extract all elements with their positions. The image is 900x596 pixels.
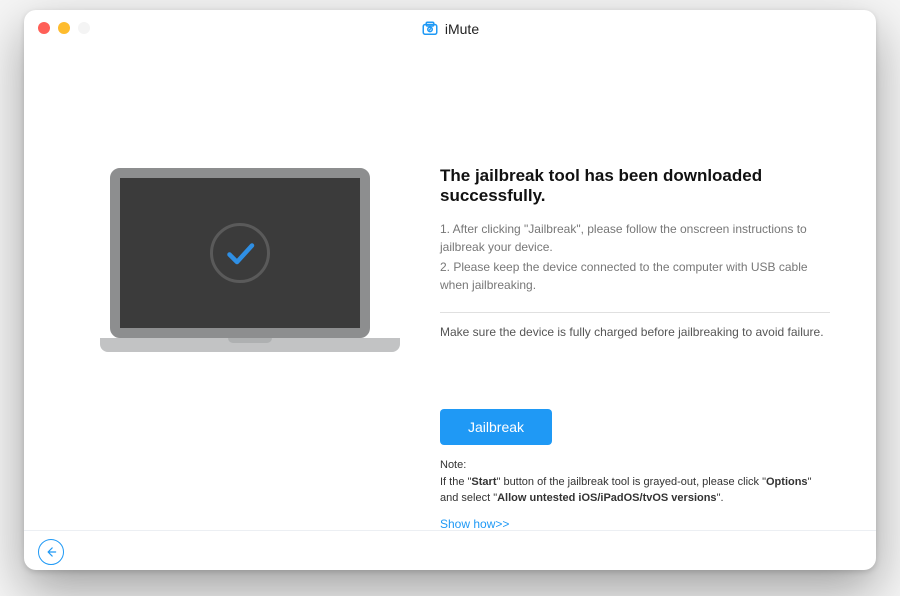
laptop-base (100, 338, 400, 352)
titlebar: iMute (24, 10, 876, 48)
note-text-1: If the " (440, 476, 471, 488)
window-minimize-button[interactable] (58, 22, 70, 34)
divider (440, 312, 830, 313)
window-zoom-button[interactable] (78, 22, 90, 34)
window-title: iMute (24, 20, 876, 38)
charge-warning: Make sure the device is fully charged be… (440, 325, 830, 339)
note-block: Note: If the "Start" button of the jailb… (440, 457, 830, 507)
checkmark-icon (210, 223, 270, 283)
window-controls (38, 22, 90, 34)
app-logo-icon (421, 20, 439, 38)
jailbreak-button[interactable]: Jailbreak (440, 409, 552, 445)
window-title-text: iMute (445, 21, 479, 37)
laptop-screen (110, 168, 370, 338)
note-text-4: ". (717, 492, 724, 504)
footer-bar (24, 530, 876, 570)
instructions-pane: The jailbreak tool has been downloaded s… (420, 78, 840, 560)
note-bold-allow: Allow untested iOS/iPadOS/tvOS versions (497, 492, 716, 504)
back-button[interactable] (38, 539, 64, 565)
show-how-link[interactable]: Show how>> (440, 517, 509, 531)
laptop-notch (228, 338, 272, 343)
note-text-2: " button of the jailbreak tool is grayed… (496, 476, 766, 488)
note-bold-start: Start (471, 476, 496, 488)
laptop-illustration (100, 168, 380, 352)
instruction-1: 1. After clicking "Jailbreak", please fo… (440, 220, 830, 256)
window-close-button[interactable] (38, 22, 50, 34)
note-bold-options: Options (766, 476, 808, 488)
app-window: iMute The jailbreak tool has been down (24, 10, 876, 570)
instruction-2: 2. Please keep the device connected to t… (440, 258, 830, 294)
main-content: The jailbreak tool has been downloaded s… (24, 48, 876, 570)
arrow-left-icon (44, 545, 58, 559)
note-lead: Note: (440, 457, 830, 474)
illustration-pane (60, 78, 420, 560)
headline: The jailbreak tool has been downloaded s… (440, 166, 830, 206)
